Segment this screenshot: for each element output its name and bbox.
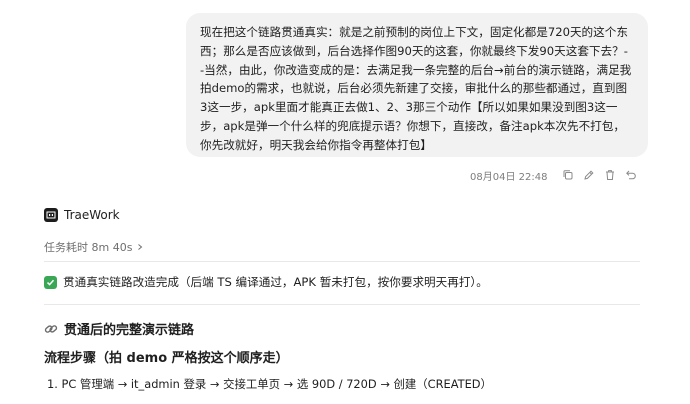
divider (44, 304, 640, 305)
message-meta-row: 08月04日 22:48 (470, 167, 642, 183)
copy-icon[interactable] (562, 169, 574, 181)
chevron-right-icon (138, 244, 143, 250)
chat-page: 现在把这个链路贯通真实：就是之前预制的岗位上下文，固定化都是720天的这个东西；… (0, 0, 690, 404)
link-icon (44, 324, 58, 333)
task-duration-text: 任务耗时 8m 40s (44, 241, 133, 254)
user-message-text: 现在把这个链路贯通真实：就是之前预制的岗位上下文，固定化都是720天的这个东西；… (200, 25, 632, 152)
status-line: 贯通真实链路改造完成（后端 TS 编译通过，APK 暂未打包，按你要求明天再打）… (44, 274, 488, 290)
delete-icon[interactable] (604, 169, 616, 181)
list-item: 1. PC 管理端 → it_admin 登录 → 交接工单页 → 选 90D … (47, 377, 492, 391)
section-title-text: 贯通后的完整演示链路 (64, 323, 195, 338)
agent-header: TraeWork (44, 208, 120, 222)
divider (44, 261, 640, 262)
task-duration-toggle[interactable]: 任务耗时 8m 40s (44, 239, 144, 255)
undo-icon[interactable] (625, 169, 637, 181)
traework-logo-icon (44, 208, 58, 222)
check-mark-icon (44, 275, 57, 289)
edit-icon[interactable] (583, 169, 595, 181)
section-title: 贯通后的完整演示链路 (44, 319, 194, 338)
user-message-bubble: 现在把这个链路贯通真实：就是之前预制的岗位上下文，固定化都是720天的这个东西；… (186, 13, 648, 157)
status-text: 贯通真实链路改造完成（后端 TS 编译通过，APK 暂未打包，按你要求明天再打）… (63, 275, 488, 289)
sub-title: 流程步骤（拍 demo 严格按这个顺序走） (44, 351, 289, 366)
agent-name: TraeWork (64, 208, 120, 222)
message-timestamp: 08月04日 22:48 (470, 171, 548, 183)
